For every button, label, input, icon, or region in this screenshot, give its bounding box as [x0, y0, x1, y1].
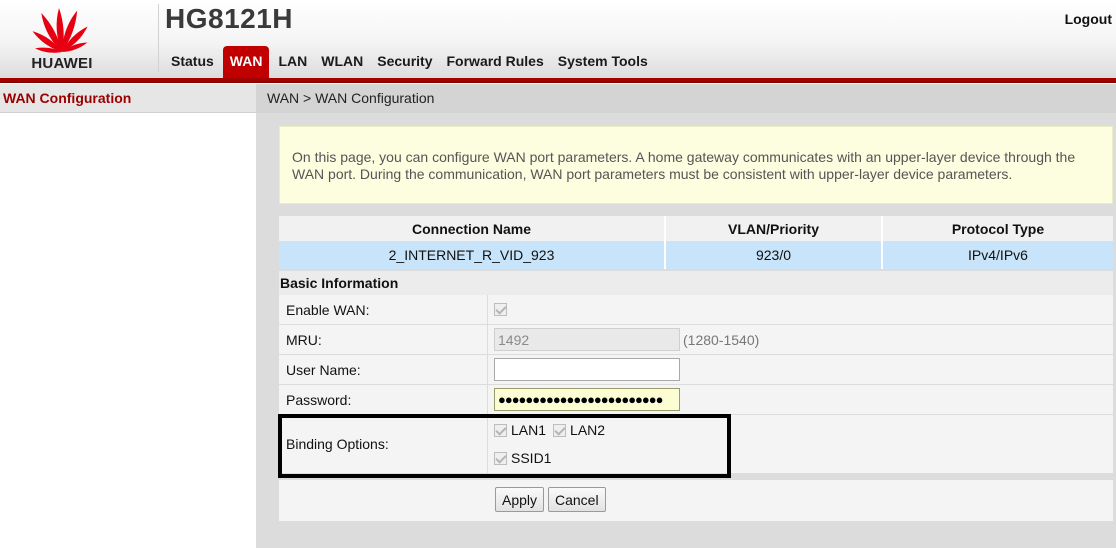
apply-button[interactable]: Apply [495, 487, 545, 512]
main-nav: Status WAN LAN WLAN Security Forward Rul… [164, 46, 655, 78]
mru-input[interactable] [494, 328, 680, 351]
user-name-value [488, 355, 1113, 384]
device-model: HG8121H [165, 3, 294, 34]
enable-wan-checkbox[interactable] [494, 303, 507, 316]
header-divider [158, 4, 159, 72]
user-name-input[interactable] [494, 358, 680, 381]
binding-option-ssid1[interactable]: SSID1 [494, 450, 551, 466]
enable-wan-value [488, 295, 1113, 324]
enable-wan-label: Enable WAN: [279, 295, 488, 324]
form-row-user-name: User Name: [279, 355, 1113, 385]
binding-options-group: LAN1 LAN2 SSID1 [494, 415, 612, 474]
form-button-row: Apply Cancel [279, 480, 1113, 521]
huawei-flower-icon [32, 8, 88, 53]
form-row-mru: MRU: (1280-1540) [279, 325, 1113, 355]
password-input[interactable] [494, 388, 680, 411]
ssid1-label: SSID1 [511, 450, 552, 466]
column-header-vlan-priority: VLAN/Priority [665, 216, 883, 241]
nav-tab-lan[interactable]: LAN [271, 46, 314, 78]
nav-tab-status[interactable]: Status [164, 46, 221, 78]
cell-vlan-priority: 923/0 [665, 241, 883, 269]
form-row-binding-options: Binding Options: LAN1 LAN2 SSID1 [279, 415, 1113, 474]
header-red-bar [0, 78, 1116, 83]
table-row[interactable]: 2_INTERNET_R_VID_923 923/0 IPv4/IPv6 [279, 241, 1113, 269]
sidebar-item-wan-configuration[interactable]: WAN Configuration [0, 84, 256, 113]
header: HUAWEI HG8121H Logout Status WAN LAN WLA… [0, 0, 1116, 78]
info-notice: On this page, you can configure WAN port… [279, 126, 1113, 204]
cell-connection-name: 2_INTERNET_R_VID_923 [279, 241, 666, 269]
ssid1-checkbox[interactable] [494, 451, 507, 465]
table-header-row: Connection Name VLAN/Priority Protocol T… [279, 216, 1113, 241]
logo-text: HUAWEI [31, 55, 93, 72]
lan1-label: LAN1 [511, 422, 547, 438]
sidebar: WAN Configuration [0, 84, 256, 548]
cell-protocol-type: IPv4/IPv6 [882, 241, 1113, 269]
nav-tab-security[interactable]: Security [370, 46, 439, 78]
binding-options-value: LAN1 LAN2 SSID1 [488, 415, 1113, 473]
section-title-basic-information: Basic Information [279, 271, 1113, 295]
column-header-protocol-type: Protocol Type [882, 216, 1113, 241]
user-name-label: User Name: [279, 355, 488, 384]
nav-tab-forward-rules[interactable]: Forward Rules [440, 46, 551, 78]
mru-hint: (1280-1540) [683, 331, 760, 348]
binding-line-lan: LAN1 LAN2 [494, 416, 612, 444]
wan-connection-table: Connection Name VLAN/Priority Protocol T… [279, 216, 1113, 269]
router-admin-page: HUAWEI HG8121H Logout Status WAN LAN WLA… [0, 0, 1116, 548]
nav-tab-wan[interactable]: WAN [222, 46, 270, 78]
form-row-password: Password: [279, 385, 1113, 415]
breadcrumb: WAN > WAN Configuration [256, 84, 1116, 113]
column-header-connection-name: Connection Name [279, 216, 666, 241]
lan2-label: LAN2 [570, 422, 606, 438]
binding-options-label: Binding Options: [279, 415, 488, 473]
binding-option-lan2[interactable]: LAN2 [553, 422, 605, 438]
mru-value: (1280-1540) [488, 325, 1113, 354]
lan2-checkbox[interactable] [553, 423, 567, 437]
password-value [488, 385, 1113, 414]
logout-link[interactable]: Logout [1065, 11, 1112, 27]
main-content: WAN > WAN Configuration On this page, yo… [256, 84, 1116, 548]
password-label: Password: [279, 385, 488, 414]
mru-label: MRU: [279, 325, 488, 354]
cancel-button[interactable]: Cancel [548, 487, 606, 512]
nav-tab-wlan[interactable]: WLAN [314, 46, 370, 78]
huawei-logo: HUAWEI [16, 2, 108, 74]
nav-tab-system-tools[interactable]: System Tools [551, 46, 655, 78]
form-row-enable-wan: Enable WAN: [279, 295, 1113, 325]
binding-option-lan1[interactable]: LAN1 [494, 422, 546, 438]
binding-line-ssid: SSID1 [494, 444, 612, 472]
lan1-checkbox[interactable] [494, 423, 507, 437]
wan-form: Enable WAN: MRU: (1280-1540) User Name: [279, 295, 1113, 474]
